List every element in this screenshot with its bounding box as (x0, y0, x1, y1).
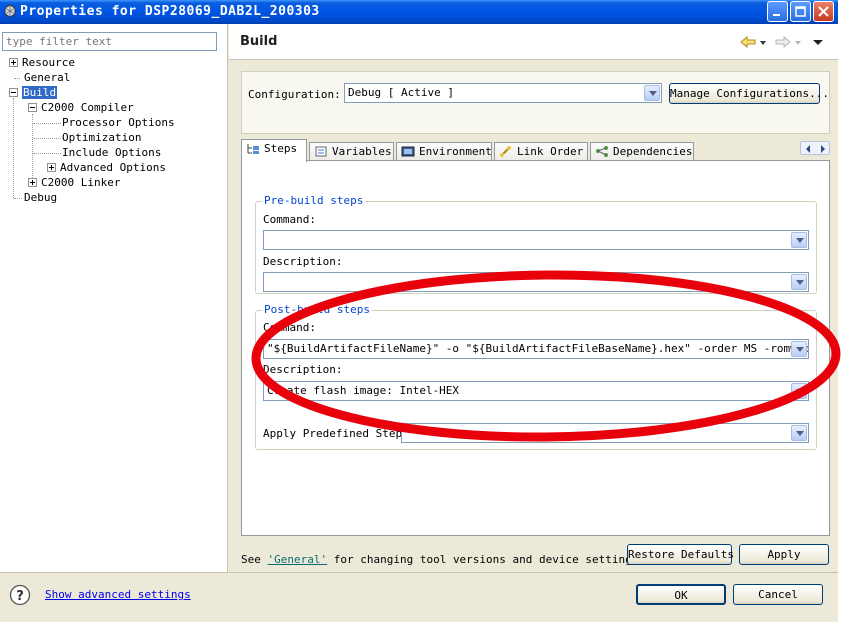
tree-item-build[interactable]: Build (9, 86, 58, 101)
tab-steps[interactable]: Steps (241, 139, 307, 162)
tree-item-include-options[interactable]: Include Options (62, 146, 161, 161)
cancel-button[interactable]: Cancel (733, 584, 823, 605)
collapse-icon[interactable] (28, 102, 37, 112)
ok-button[interactable]: OK (636, 584, 726, 605)
background-window-edge (838, 0, 845, 622)
post-build-description-label: Description: (263, 363, 343, 376)
apply-predefined-step-label: Apply Predefined Step: (263, 427, 409, 440)
back-arrow-icon[interactable] (739, 34, 769, 50)
tab-variables[interactable]: Variables (309, 142, 394, 161)
chevron-down-icon[interactable] (791, 232, 807, 248)
pre-build-group: Pre-build steps Command: Description: (255, 194, 817, 294)
chevron-down-icon[interactable] (791, 383, 807, 399)
maximize-icon (795, 6, 806, 17)
tree-item-advanced-options[interactable]: Advanced Options (47, 161, 166, 176)
general-link[interactable]: 'General' (268, 553, 328, 566)
post-build-command-label: Command: (263, 321, 316, 334)
expand-icon[interactable] (9, 57, 18, 67)
tree-line (14, 198, 22, 199)
help-icon[interactable]: ? (9, 584, 31, 606)
post-build-description-input[interactable]: Create flash image: Intel-HEX (263, 381, 809, 401)
expand-icon[interactable] (47, 162, 56, 172)
tree-item-c2000-compiler[interactable]: C2000 Compiler (28, 101, 134, 116)
tree-item-c2000-linker[interactable]: C2000 Linker (28, 176, 120, 191)
tree-line (33, 138, 61, 139)
tree-item-processor-options[interactable]: Processor Options (62, 116, 175, 131)
post-build-group: Post-build steps Command: "${BuildArtifa… (255, 303, 817, 450)
view-menu-icon[interactable] (811, 34, 825, 50)
dependencies-icon (596, 145, 608, 157)
tree-line (33, 153, 61, 154)
page-header: Build (229, 24, 838, 60)
apply-predefined-step-select[interactable] (401, 423, 809, 443)
manage-configurations-button[interactable]: Manage Configurations... (669, 83, 829, 104)
configuration-select[interactable]: Debug [ Active ] (344, 83, 662, 103)
pre-build-command-input[interactable] (263, 230, 809, 250)
tree-item-general[interactable]: General (24, 71, 70, 86)
tree-line (13, 98, 14, 198)
show-advanced-settings-link[interactable]: Show advanced settings (45, 588, 191, 601)
tree-line (14, 78, 20, 79)
link-order-icon (500, 145, 511, 157)
pre-build-description-input[interactable] (263, 272, 809, 292)
post-build-command-input[interactable]: "${BuildArtifactFileName}" -o "${BuildAr… (263, 339, 809, 359)
pre-build-description-label: Description: (263, 255, 343, 268)
build-page: Build Configuration: Debug [ Active ] Ma… (229, 24, 838, 572)
forward-arrow-icon[interactable] (774, 34, 804, 50)
chevron-down-icon[interactable] (791, 341, 807, 357)
restore-defaults-button[interactable]: Restore Defaults (627, 544, 734, 565)
close-button[interactable] (813, 1, 834, 22)
footer-note: See 'General' for changing tool versions… (241, 553, 639, 566)
environment-icon (401, 146, 415, 156)
tab-environment[interactable]: Environment (396, 142, 492, 161)
pre-build-title: Pre-build steps (262, 194, 366, 207)
filter-input[interactable] (2, 32, 217, 51)
chevron-down-icon[interactable] (644, 85, 660, 101)
tree-item-debug[interactable]: Debug (24, 191, 57, 206)
chevron-down-icon[interactable] (791, 274, 807, 290)
title-bar[interactable]: Properties for DSP28069_DAB2L_200303 (0, 0, 838, 24)
properties-window: Properties for DSP28069_DAB2L_200303 Res… (0, 0, 838, 622)
post-build-title: Post-build steps (262, 303, 372, 316)
dialog-button-bar: ? Show advanced settings OK Cancel (0, 572, 838, 622)
pre-build-command-label: Command: (263, 213, 316, 226)
configuration-label: Configuration: (248, 88, 341, 101)
svg-text:?: ? (16, 589, 24, 604)
tab-scroll-icon (806, 145, 825, 153)
collapse-icon[interactable] (9, 87, 18, 97)
steps-panel: Pre-build steps Command: Description: Po… (241, 160, 830, 536)
tree-line (33, 123, 61, 124)
expand-icon[interactable] (28, 177, 37, 187)
tree-item-resource[interactable]: Resource (9, 56, 75, 71)
configuration-group: Configuration: Debug [ Active ] Manage C… (241, 71, 830, 134)
close-icon (818, 6, 829, 17)
tab-link-order[interactable]: Link Order (494, 142, 588, 161)
steps-icon (247, 143, 259, 154)
page-title: Build (240, 34, 278, 49)
minimize-button[interactable] (767, 1, 788, 22)
build-tabs: Steps Variables Environment Link Order D… (241, 139, 830, 162)
variables-icon (315, 146, 327, 156)
property-tree-pane: Resource General Build C2000 Compiler Pr… (0, 24, 228, 572)
tab-scroll-buttons[interactable] (800, 141, 830, 155)
maximize-button[interactable] (790, 1, 811, 22)
app-icon (4, 4, 16, 18)
chevron-down-icon[interactable] (791, 425, 807, 441)
tree-item-optimization[interactable]: Optimization (62, 131, 141, 146)
minimize-icon (773, 14, 780, 16)
tab-dependencies[interactable]: Dependencies (590, 142, 694, 161)
apply-button[interactable]: Apply (739, 544, 829, 565)
window-title: Properties for DSP28069_DAB2L_200303 (20, 4, 320, 19)
